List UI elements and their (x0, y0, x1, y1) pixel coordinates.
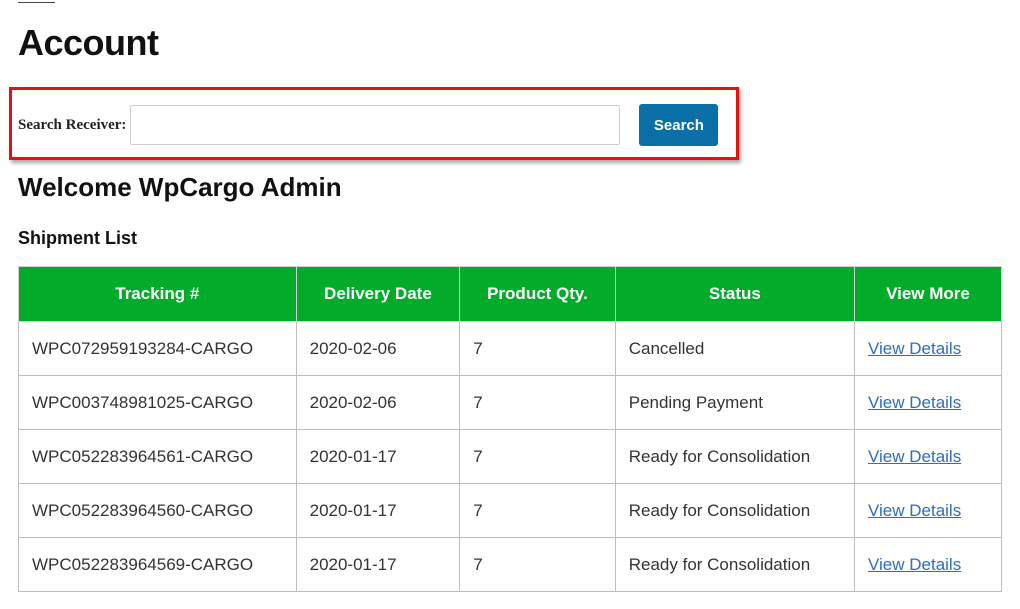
view-more-cell: View Details (853, 321, 1003, 376)
column-header-delivery-date: Delivery Date (295, 266, 461, 322)
tracking-cell: WPC003748981025-CARGO (18, 375, 297, 430)
view-more-cell: View Details (853, 483, 1003, 538)
page-title: Account (18, 22, 159, 63)
delivery-date-cell: 2020-01-17 (295, 483, 461, 538)
status-cell: Ready for Consolidation (614, 483, 855, 538)
product-qty-cell: 7 (459, 483, 616, 538)
delivery-date-cell: 2020-02-06 (295, 321, 461, 376)
table-row: WPC003748981025-CARGO 2020-02-06 7 Pendi… (18, 375, 1003, 430)
search-receiver-input[interactable] (130, 105, 621, 145)
column-header-tracking: Tracking # (18, 266, 297, 322)
tracking-cell: WPC052283964569-CARGO (18, 537, 297, 592)
table-header-row: Tracking # Delivery Date Product Qty. St… (18, 266, 1003, 322)
view-details-link[interactable]: View Details (868, 555, 961, 574)
view-details-link[interactable]: View Details (868, 447, 961, 466)
table-row: WPC052283964560-CARGO 2020-01-17 7 Ready… (18, 483, 1003, 538)
top-divider (18, 2, 55, 3)
view-more-cell: View Details (853, 537, 1003, 592)
view-more-cell: View Details (853, 429, 1003, 484)
delivery-date-cell: 2020-01-17 (295, 537, 461, 592)
view-details-link[interactable]: View Details (868, 393, 961, 412)
product-qty-cell: 7 (459, 429, 616, 484)
table-row: WPC072959193284-CARGO 2020-02-06 7 Cance… (18, 321, 1003, 376)
column-header-view-more: View More (853, 266, 1003, 322)
delivery-date-cell: 2020-01-17 (295, 429, 461, 484)
shipment-table: Tracking # Delivery Date Product Qty. St… (18, 266, 1003, 592)
product-qty-cell: 7 (459, 321, 616, 376)
column-header-product-qty: Product Qty. (459, 266, 616, 322)
view-more-cell: View Details (853, 375, 1003, 430)
tracking-cell: WPC072959193284-CARGO (18, 321, 297, 376)
status-cell: Cancelled (614, 321, 855, 376)
view-details-link[interactable]: View Details (868, 339, 961, 358)
welcome-heading: Welcome WpCargo Admin (18, 172, 342, 202)
tracking-cell: WPC052283964560-CARGO (18, 483, 297, 538)
shipment-list-heading: Shipment List (18, 228, 138, 248)
search-form: Search Receiver: Search (18, 104, 719, 146)
search-receiver-label: Search Receiver: (18, 116, 127, 133)
status-cell: Pending Payment (614, 375, 855, 430)
table-row: WPC052283964561-CARGO 2020-01-17 7 Ready… (18, 429, 1003, 484)
tracking-cell: WPC052283964561-CARGO (18, 429, 297, 484)
column-header-status: Status (614, 266, 855, 322)
status-cell: Ready for Consolidation (614, 429, 855, 484)
status-cell: Ready for Consolidation (614, 537, 855, 592)
table-row: WPC052283964569-CARGO 2020-01-17 7 Ready… (18, 537, 1003, 592)
search-button[interactable]: Search (639, 104, 719, 146)
view-details-link[interactable]: View Details (868, 501, 961, 520)
delivery-date-cell: 2020-02-06 (295, 375, 461, 430)
product-qty-cell: 7 (459, 375, 616, 430)
product-qty-cell: 7 (459, 537, 616, 592)
